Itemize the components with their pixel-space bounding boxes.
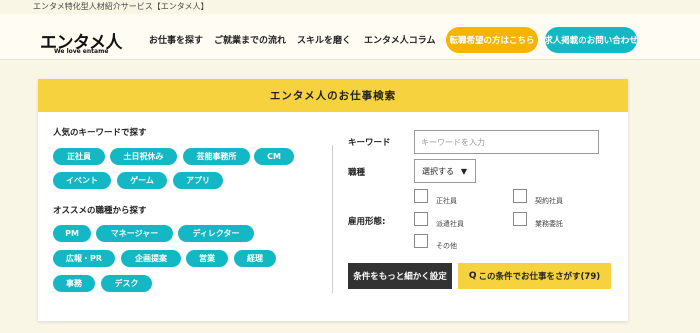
tag-desk[interactable]: デスク xyxy=(101,275,152,292)
checkbox-contract[interactable] xyxy=(513,189,527,203)
employment-type-label: 雇用形態: xyxy=(348,217,386,227)
job-type-selected: 選択する xyxy=(422,166,454,176)
nav-flow[interactable]: ご就業までの流れ xyxy=(214,33,286,46)
checkbox-full-time-label: 正社員 xyxy=(436,197,457,205)
tag-office[interactable]: 事務 xyxy=(53,275,95,292)
tag-game[interactable]: ゲーム xyxy=(117,172,167,189)
panel-divider xyxy=(332,145,333,293)
tag-director[interactable]: ディレクター xyxy=(178,225,254,242)
keyword-input[interactable] xyxy=(414,130,599,154)
recruiter-contact-button[interactable]: 求人掲載のお問い合わせ xyxy=(544,27,638,53)
job-type-select[interactable]: 選択する ▼ xyxy=(414,159,476,183)
job-type-label: 職種 xyxy=(348,168,366,178)
site-logo[interactable]: エンタメ人 We love entame xyxy=(40,28,132,58)
checkbox-other-label: その他 xyxy=(436,242,457,250)
tag-full-time[interactable]: 正社員 xyxy=(53,148,105,165)
checkbox-contract-label: 契約社員 xyxy=(535,197,563,205)
nav-column[interactable]: エンタメ人コラム xyxy=(364,33,435,46)
checkbox-full-time[interactable] xyxy=(414,189,428,203)
tag-pm[interactable]: PM xyxy=(53,225,91,242)
tag-manager[interactable]: マネージャー xyxy=(96,225,173,242)
job-types-title: オススメの職種から探す xyxy=(53,206,147,216)
advanced-conditions-button[interactable]: 条件をもっと細かく設定 xyxy=(348,263,452,289)
caret-down-icon: ▼ xyxy=(460,167,467,176)
checkbox-other[interactable] xyxy=(414,234,428,248)
topbar: エンタメ特化型人材紹介サービス【エンタメ人】 xyxy=(0,0,700,14)
tag-talent-agency[interactable]: 芸能事務所 xyxy=(183,148,250,165)
tag-accounting[interactable]: 経理 xyxy=(234,250,276,267)
tag-app[interactable]: アプリ xyxy=(173,172,223,189)
checkbox-temp-staff[interactable] xyxy=(414,212,428,226)
job-search-panel: エンタメ人のお仕事検索 人気のキーワードで探す 正社員 土日祝休み 芸能事務所 … xyxy=(38,79,628,321)
nav-find-jobs[interactable]: お仕事を探す xyxy=(149,33,203,46)
search-panel-title: エンタメ人のお仕事検索 xyxy=(38,79,628,112)
search-icon: Q xyxy=(468,271,477,281)
keyword-label: キーワード xyxy=(348,138,391,148)
tagline: エンタメ特化型人材紹介サービス【エンタメ人】 xyxy=(33,2,209,11)
tag-sales[interactable]: 営業 xyxy=(186,250,228,267)
logo-subtext: We love entame xyxy=(54,48,109,55)
popular-keywords-title: 人気のキーワードで探す xyxy=(53,128,147,138)
site-header: エンタメ人 We love entame お仕事を探す ご就業までの流れ スキル… xyxy=(0,14,700,60)
job-seeker-button[interactable]: 転職希望の方はこちら xyxy=(446,27,538,53)
tag-weekends-off[interactable]: 土日祝休み xyxy=(110,148,177,165)
search-submit-button[interactable]: Q この条件でお仕事をさがす(79) xyxy=(458,263,611,289)
tag-cm[interactable]: CM xyxy=(254,148,294,165)
tag-pr[interactable]: 広報・PR xyxy=(53,250,115,267)
checkbox-outsourcing-label: 業務委託 xyxy=(535,220,563,228)
nav-skills[interactable]: スキルを磨く xyxy=(297,33,351,46)
tag-planning[interactable]: 企画提案 xyxy=(121,250,181,267)
tag-event[interactable]: イベント xyxy=(53,172,111,189)
checkbox-outsourcing[interactable] xyxy=(513,212,527,226)
checkbox-temp-staff-label: 派遣社員 xyxy=(436,220,464,228)
search-submit-label: この条件でお仕事をさがす(79) xyxy=(478,272,601,282)
